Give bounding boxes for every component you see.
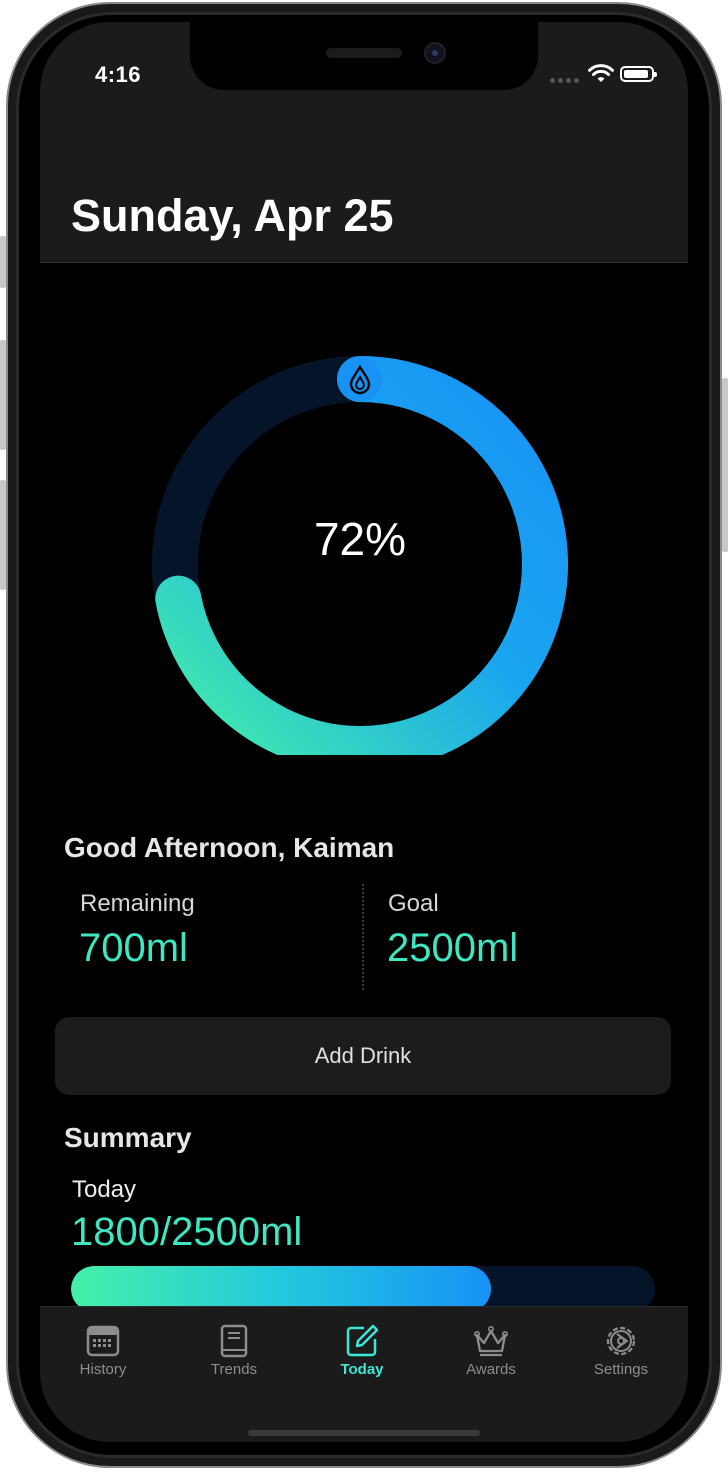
tab-today[interactable]: Today — [307, 1307, 417, 1387]
goal-label: Goal — [388, 890, 439, 917]
tab-trends[interactable]: Trends — [179, 1307, 289, 1387]
crown-icon — [473, 1325, 508, 1357]
calendar-icon — [86, 1325, 120, 1357]
water-drop-icon — [338, 357, 382, 401]
tab-label: Trends — [210, 1361, 258, 1378]
stats-divider — [362, 884, 364, 990]
power-button — [722, 378, 728, 552]
tab-label: History — [79, 1361, 127, 1378]
tab-settings[interactable]: Settings — [566, 1307, 676, 1387]
notch — [190, 22, 538, 90]
tab-history[interactable]: History — [48, 1307, 158, 1387]
remaining-label: Remaining — [80, 890, 195, 917]
today-value: 1800/2500ml — [71, 1210, 303, 1254]
today-label: Today — [72, 1176, 137, 1203]
wifi-icon — [588, 64, 614, 82]
speaker-grille — [326, 48, 402, 58]
tab-label: Settings — [593, 1361, 649, 1378]
page-title: Sunday, Apr 25 — [71, 190, 394, 241]
tab-label: Today — [340, 1361, 384, 1378]
app-screen: Sunday, Apr 25 4:16 72% Good Afternoon, … — [40, 22, 688, 1442]
summary-title: Summary — [64, 1122, 192, 1153]
tab-label: Awards — [466, 1361, 516, 1378]
add-drink-button[interactable]: Add Drink — [55, 1017, 671, 1095]
book-icon — [220, 1324, 248, 1358]
greeting: Good Afternoon, Kaiman — [64, 832, 395, 863]
gear-icon — [606, 1326, 636, 1356]
tab-bar: History Trends Today Awards Settings — [40, 1306, 688, 1442]
home-indicator — [248, 1430, 480, 1436]
silent-switch — [0, 236, 6, 288]
remaining-value: 700ml — [79, 926, 188, 970]
volume-down-button — [0, 480, 6, 590]
edit-icon — [346, 1324, 379, 1357]
tab-awards[interactable]: Awards — [436, 1307, 546, 1387]
goal-value: 2500ml — [387, 926, 519, 970]
progress-percent: 72% — [313, 513, 407, 565]
battery-icon — [620, 66, 657, 82]
cellular-signal-icon — [550, 78, 579, 83]
volume-up-button — [0, 340, 6, 450]
status-time: 4:16 — [95, 62, 142, 87]
front-camera — [424, 42, 446, 64]
